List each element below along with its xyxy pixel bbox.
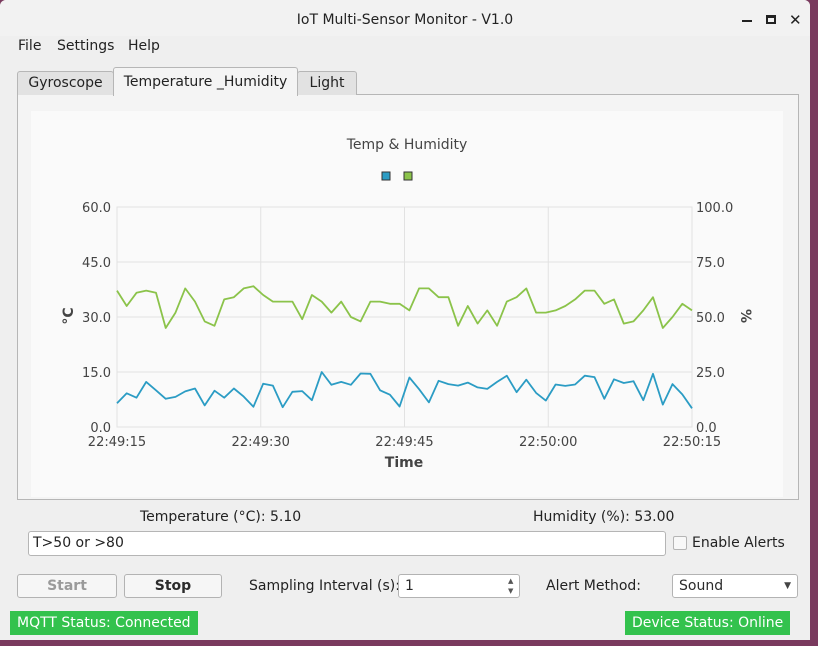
x-tick-label: 22:49:45	[375, 435, 433, 450]
y-right-tick-label: 50.0	[696, 311, 725, 326]
legend-humidity-marker	[403, 171, 413, 181]
temp-humidity-chart: Temp & Humidity 22:49:15 22:49:30 22:49:45…	[61, 137, 753, 471]
legend-temperature-marker	[381, 171, 391, 181]
stop-button[interactable]: Stop	[124, 574, 222, 598]
humidity-readout: Humidity (%): 53.00	[533, 509, 675, 525]
sampling-interval-value: 1	[405, 578, 414, 594]
spin-arrows[interactable]: ▲ ▼	[505, 575, 519, 597]
alert-method-label: Alert Method:	[546, 578, 641, 594]
app-window: IoT Multi-Sensor Monitor - V1.0 ✕ File S…	[0, 0, 810, 640]
y-right-tick-label: 75.0	[696, 256, 725, 271]
chevron-down-icon: ▼	[784, 581, 791, 591]
y-axis-left-label: °C	[61, 307, 77, 324]
sampling-interval-spinbox[interactable]: 1 ▲ ▼	[398, 574, 520, 598]
menu-file[interactable]: File	[18, 38, 41, 54]
start-button[interactable]: Start	[17, 574, 117, 598]
alert-method-select[interactable]: Sound ▼	[672, 574, 798, 598]
x-tick-label: 22:49:30	[232, 435, 290, 450]
spin-down-icon[interactable]: ▼	[508, 587, 513, 595]
y-left-tick-label: 60.0	[82, 201, 111, 216]
minimize-icon[interactable]	[742, 20, 752, 22]
y-left-tick-label: 45.0	[82, 256, 111, 271]
alert-method-value: Sound	[679, 578, 724, 594]
y-right-tick-label: 0.0	[696, 421, 717, 436]
chart-title: Temp & Humidity	[346, 137, 468, 153]
menu-help[interactable]: Help	[128, 38, 160, 54]
chart-ticks: 22:49:15 22:49:30 22:49:45 22:50:00 22:50:15…	[82, 201, 733, 450]
device-status-badge: Device Status: Online	[625, 611, 791, 635]
y-right-tick-label: 100.0	[696, 201, 733, 216]
y-left-tick-label: 0.0	[90, 421, 111, 436]
x-tick-label: 22:49:15	[88, 435, 146, 450]
x-tick-label: 22:50:00	[519, 435, 577, 450]
menu-bar: File Settings Help	[0, 36, 810, 58]
title-bar: IoT Multi-Sensor Monitor - V1.0 ✕	[0, 0, 810, 36]
y-axis-right-label: %	[737, 309, 753, 323]
window-title: IoT Multi-Sensor Monitor - V1.0	[296, 12, 514, 28]
chart-area: Temp & Humidity 22:49:15 22:49:30 22:49:45…	[31, 111, 783, 497]
mqtt-status-badge: MQTT Status: Connected	[10, 611, 198, 635]
alert-threshold-input[interactable]: T>50 or >80	[28, 531, 666, 556]
tab-light[interactable]: Light	[297, 71, 357, 95]
spin-up-icon[interactable]: ▲	[508, 577, 513, 585]
sampling-interval-label: Sampling Interval (s):	[249, 578, 400, 594]
enable-alerts-checkbox[interactable]	[673, 536, 687, 550]
x-axis-label: Time	[385, 455, 423, 471]
y-left-tick-label: 30.0	[82, 311, 111, 326]
temperature-readout: Temperature (°C): 5.10	[140, 509, 302, 525]
enable-alerts-label: Enable Alerts	[692, 535, 785, 551]
tab-temperature-humidity[interactable]: Temperature _Humidity	[113, 67, 298, 96]
close-icon[interactable]: ✕	[789, 13, 802, 28]
x-tick-label: 22:50:15	[663, 435, 721, 450]
tab-gyroscope[interactable]: Gyroscope	[17, 71, 114, 95]
y-left-tick-label: 15.0	[82, 366, 111, 381]
maximize-icon[interactable]	[766, 15, 776, 24]
y-right-tick-label: 25.0	[696, 366, 725, 381]
menu-settings[interactable]: Settings	[57, 38, 114, 54]
